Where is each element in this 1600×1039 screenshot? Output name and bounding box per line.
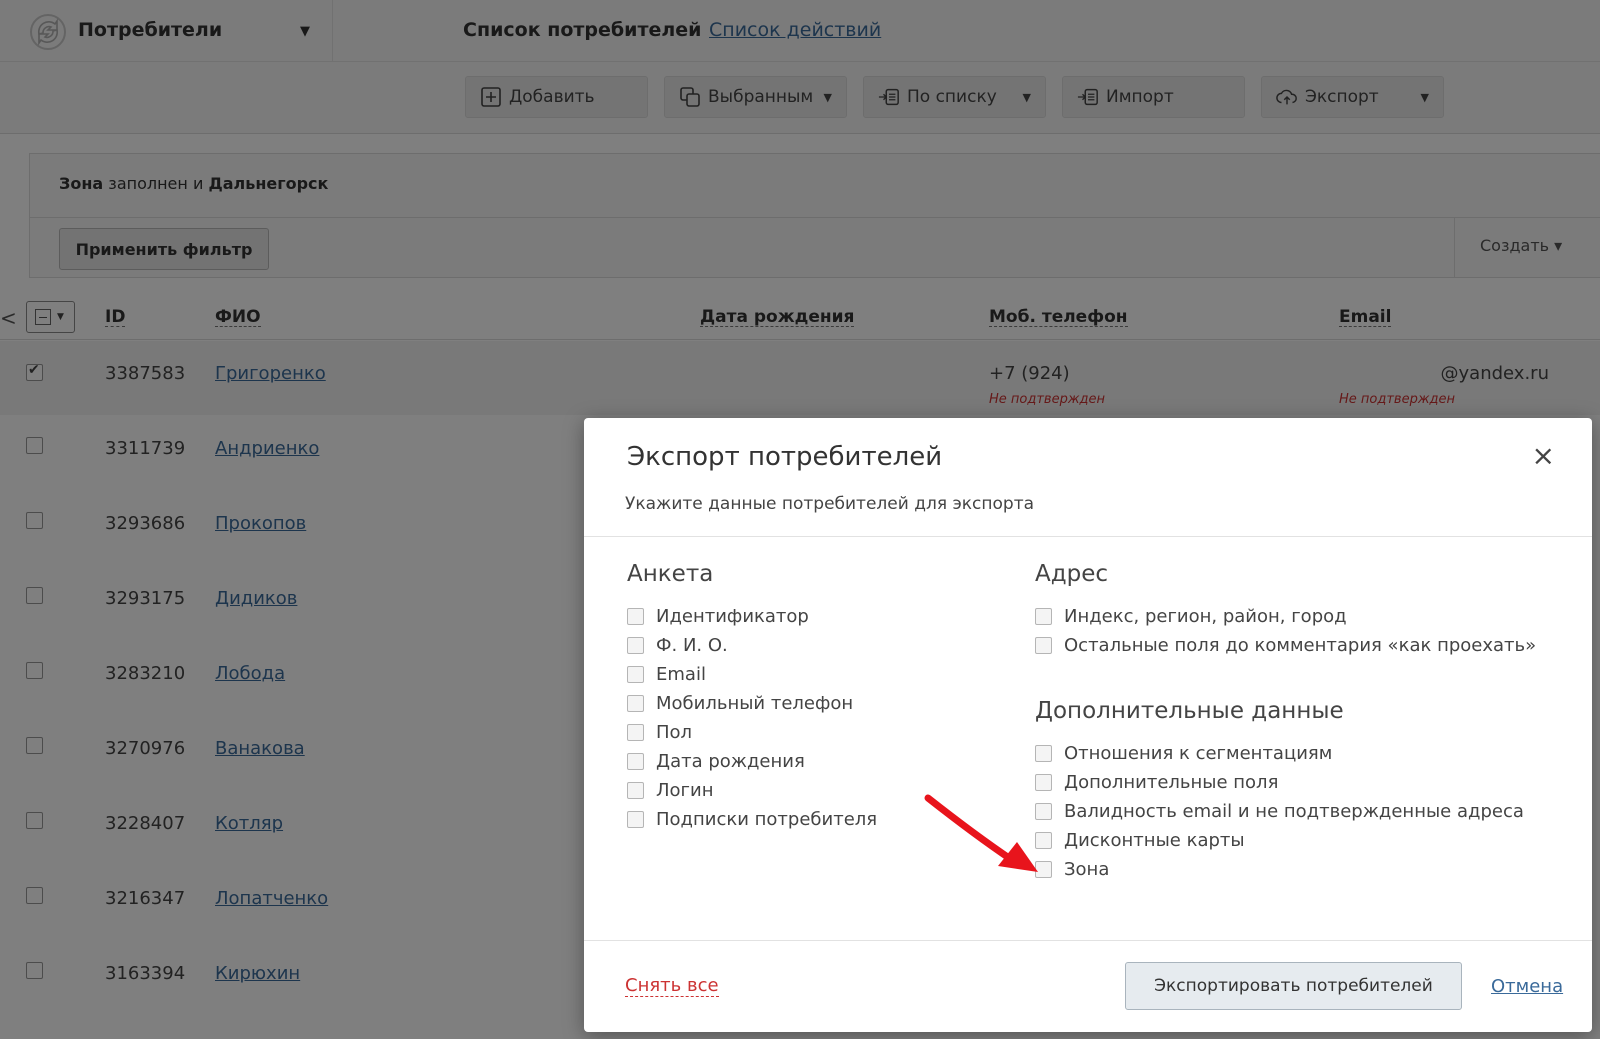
option-checkbox[interactable] (627, 636, 644, 654)
option-checkbox[interactable] (627, 752, 644, 770)
option-index-region[interactable]: Индекс, регион, район, город (1035, 605, 1347, 627)
option-checkbox[interactable] (1035, 636, 1052, 654)
cancel-link[interactable]: Отмена (1491, 976, 1563, 997)
option-discount-cards[interactable]: Дисконтные карты (1035, 829, 1245, 851)
modal-title: Экспорт потребителей (627, 442, 943, 472)
option-checkbox[interactable] (627, 694, 644, 712)
option-birth-date[interactable]: Дата рождения (627, 750, 805, 772)
option-label: Дисконтные карты (1064, 829, 1245, 851)
option-checkbox[interactable] (1035, 744, 1052, 762)
option-extra-fields[interactable]: Дополнительные поля (1035, 771, 1278, 793)
option-checkbox[interactable] (627, 781, 644, 799)
modal-subtitle: Укажите данные потребителей для экспорта (625, 494, 1035, 514)
option-label: Мобильный телефон (656, 692, 854, 714)
option-email-validity[interactable]: Валидность email и не подтвержденные адр… (1035, 800, 1524, 822)
option-label: Зона (1064, 858, 1110, 880)
option-label: Email (656, 663, 706, 685)
group-title-address: Адрес (1035, 561, 1109, 587)
option-label: Отношения к сегментациям (1064, 742, 1333, 764)
uncheck-all-link[interactable]: Снять все (625, 976, 719, 997)
option-label: Индекс, регион, район, город (1064, 605, 1347, 627)
option-label: Ф. И. О. (656, 634, 728, 656)
option-checkbox[interactable] (1035, 773, 1052, 791)
option-email[interactable]: Email (627, 663, 706, 685)
export-consumers-button[interactable]: Экспортировать потребителей (1125, 962, 1462, 1010)
option-checkbox[interactable] (627, 723, 644, 741)
option-label: Подписки потребителя (656, 808, 878, 830)
option-checkbox[interactable] (1035, 831, 1052, 849)
option-identifier[interactable]: Идентификатор (627, 605, 809, 627)
option-checkbox[interactable] (1035, 860, 1052, 878)
option-zone[interactable]: Зона (1035, 858, 1109, 880)
option-checkbox[interactable] (627, 607, 644, 625)
option-checkbox[interactable] (627, 665, 644, 683)
option-label: Логин (656, 779, 714, 801)
option-label: Дополнительные поля (1064, 771, 1279, 793)
option-label: Дата рождения (656, 750, 805, 772)
option-checkbox[interactable] (1035, 802, 1052, 820)
option-segmentations[interactable]: Отношения к сегментациям (1035, 742, 1332, 764)
option-other-address-fields[interactable]: Остальные поля до комментария «как проех… (1035, 634, 1536, 656)
option-checkbox[interactable] (1035, 607, 1052, 625)
close-icon[interactable]: × (1532, 442, 1555, 470)
option-label: Идентификатор (656, 605, 809, 627)
option-label: Остальные поля до комментария «как проех… (1064, 634, 1537, 656)
group-title-anketa: Анкета (627, 561, 714, 587)
divider (584, 536, 1592, 537)
option-login[interactable]: Логин (627, 779, 713, 801)
option-gender[interactable]: Пол (627, 721, 692, 743)
option-subscriptions[interactable]: Подписки потребителя (627, 808, 877, 830)
option-fio[interactable]: Ф. И. О. (627, 634, 728, 656)
group-title-extra: Дополнительные данные (1035, 698, 1344, 724)
option-label: Пол (656, 721, 693, 743)
option-checkbox[interactable] (627, 810, 644, 828)
divider (584, 940, 1592, 941)
option-label: Валидность email и не подтвержденные адр… (1064, 800, 1524, 822)
option-mobile-phone[interactable]: Мобильный телефон (627, 692, 853, 714)
export-modal: Экспорт потребителей × Укажите данные по… (584, 418, 1592, 1032)
